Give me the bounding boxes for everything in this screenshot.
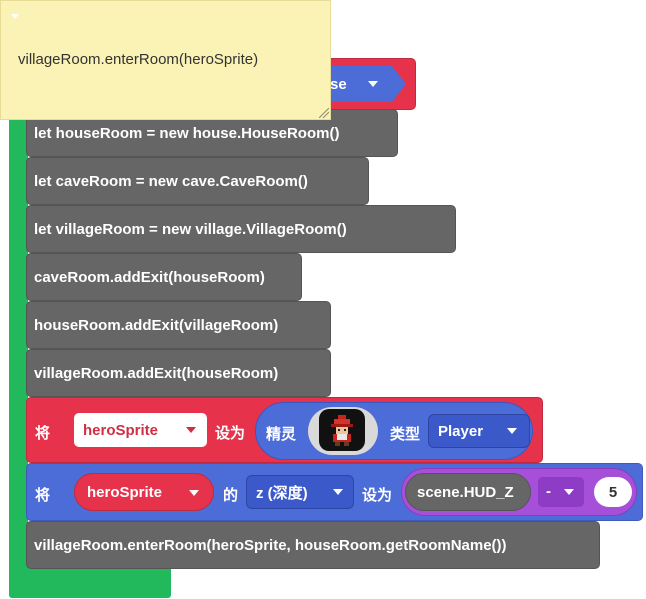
code-line-village-room[interactable]: let villageRoom = new village.VillageRoo… <box>26 205 456 253</box>
number-input[interactable]: 5 <box>594 477 632 507</box>
hero-sprite-icon <box>331 415 353 446</box>
property-dropdown[interactable]: z (深度) <box>246 475 354 509</box>
set-to-label: 设为 <box>215 425 246 442</box>
comment-note[interactable]: villageRoom.enterRoom(heroSprite) <box>0 0 331 120</box>
operator-dropdown[interactable]: - <box>538 477 584 507</box>
set-z-block[interactable]: 将 heroSprite 的 z (深度) 设为 scene.HUD_Z - 5 <box>26 463 643 521</box>
comment-text[interactable]: villageRoom.enterRoom(heroSprite) <box>18 51 258 68</box>
hud-z-reporter[interactable]: scene.HUD_Z <box>405 473 531 511</box>
code-line-house-add-exit[interactable]: houseRoom.addExit(villageRoom) <box>26 301 331 349</box>
type-label: 类型 <box>390 426 421 443</box>
of-label: 的 <box>223 487 239 504</box>
sprite-label: 精灵 <box>266 426 297 443</box>
collapse-icon <box>11 14 19 19</box>
resize-handle-icon[interactable] <box>319 108 329 118</box>
set-keyword: 将 <box>35 425 51 442</box>
code-line-cave-add-exit[interactable]: caveRoom.addExit(houseRoom) <box>26 253 302 301</box>
chevron-down-icon <box>189 490 199 496</box>
top-dropdown-label: se <box>330 75 347 93</box>
set-sprite-block[interactable]: 将 heroSprite 设为 精灵 类型 Player <box>26 397 543 463</box>
create-sprite-block[interactable]: 精灵 类型 Player <box>255 402 533 460</box>
code-line-village-add-exit[interactable]: villageRoom.addExit(houseRoom) <box>26 349 331 397</box>
code-line-enter-room[interactable]: villageRoom.enterRoom(heroSprite, houseR… <box>26 521 600 569</box>
chevron-down-icon <box>507 428 517 434</box>
kind-dropdown[interactable]: Player <box>428 414 530 448</box>
set-z-to-label: 设为 <box>362 487 393 504</box>
chevron-down-icon <box>333 489 343 495</box>
comment-collapse-toggle[interactable] <box>1 1 332 31</box>
sprite-thumbnail <box>319 409 365 451</box>
code-line-cave-room[interactable]: let caveRoom = new cave.CaveRoom() <box>26 157 369 205</box>
dropdown-arrow-tip <box>392 66 406 102</box>
variable-dropdown[interactable]: heroSprite <box>74 413 207 447</box>
variable-reporter[interactable]: heroSprite <box>74 473 214 511</box>
chevron-down-icon <box>368 81 378 87</box>
math-minus-block[interactable]: scene.HUD_Z - 5 <box>401 468 637 516</box>
chevron-down-icon <box>186 427 196 433</box>
function-block-footer[interactable] <box>9 566 171 598</box>
sprite-image-field[interactable] <box>308 407 378 455</box>
set-z-keyword: 将 <box>35 487 51 504</box>
chevron-down-icon <box>564 489 574 495</box>
